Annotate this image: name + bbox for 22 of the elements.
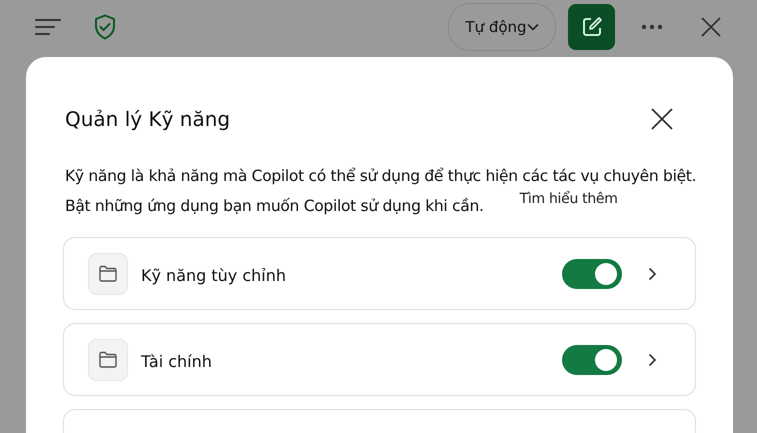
dialog-title: Quản lý Kỹ năng — [65, 107, 230, 131]
skill-card[interactable]: Kỹ năng tùy chỉnh — [63, 237, 696, 310]
folder-icon — [88, 338, 128, 380]
close-icon[interactable] — [651, 108, 673, 130]
chevron-down-icon — [526, 22, 539, 30]
mode-dropdown[interactable]: Tự động — [448, 2, 556, 50]
learn-more-link[interactable]: Tìm hiểu thêm — [520, 191, 618, 207]
menu-icon[interactable] — [35, 18, 61, 36]
more-icon[interactable] — [641, 24, 663, 30]
skill-card[interactable]: Tài chính — [63, 323, 696, 396]
description-text: Kỹ năng là khả năng mà Copilot có thể sử dụng để thực hiện các tác vụ chuyên biệt. — [65, 167, 696, 185]
compose-icon — [580, 16, 602, 38]
folder-icon — [88, 252, 128, 294]
toggle-switch[interactable] — [562, 344, 622, 374]
shield-check-icon[interactable] — [93, 14, 117, 40]
skill-name: Tài chính — [141, 352, 213, 371]
chevron-right-icon[interactable] — [648, 266, 657, 280]
description-text: Bật những ứng dụng bạn muốn Copilot sử dụng khi cần. — [65, 197, 484, 215]
chevron-right-icon[interactable] — [648, 352, 657, 366]
toggle-switch[interactable] — [562, 258, 622, 288]
new-chat-button[interactable] — [568, 4, 615, 50]
skill-name: Kỹ năng tùy chỉnh — [141, 266, 288, 285]
